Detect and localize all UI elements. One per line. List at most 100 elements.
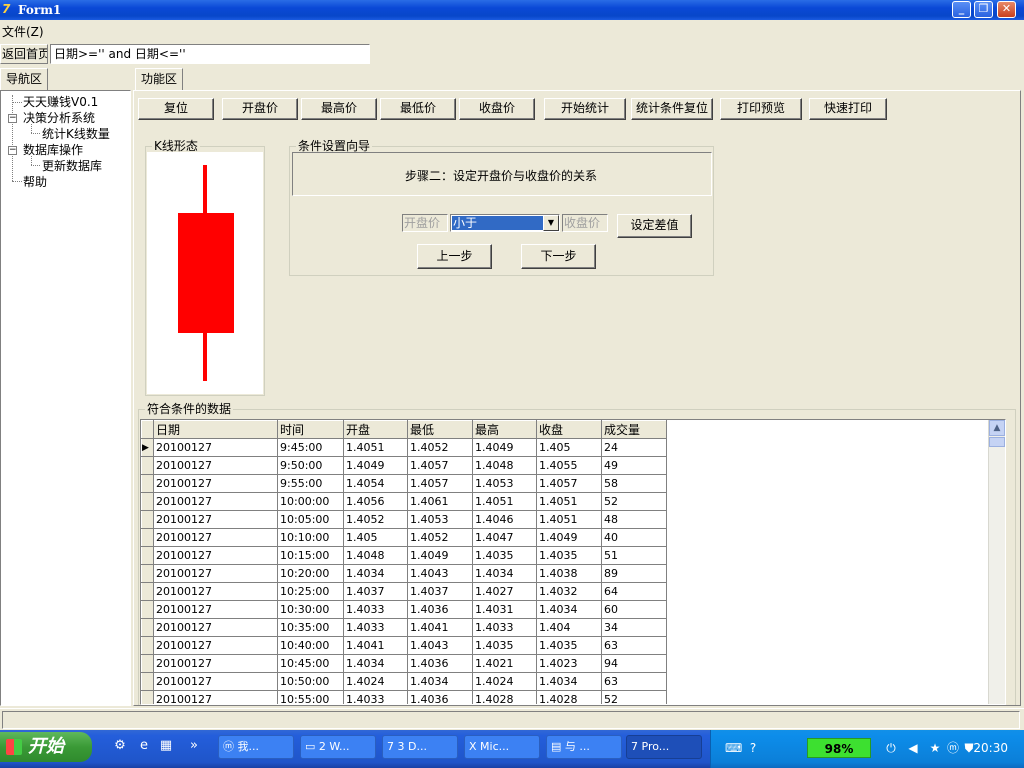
row-indicator[interactable] <box>141 690 154 704</box>
table-cell[interactable]: 1.4057 <box>536 474 602 493</box>
table-cell[interactable]: 1.4048 <box>472 456 537 475</box>
table-cell[interactable]: 1.4034 <box>536 672 602 691</box>
close-price-button[interactable]: 收盘价 <box>459 98 535 120</box>
table-cell[interactable]: 1.4049 <box>536 528 602 547</box>
table-row[interactable]: ▶ 20100127 9:45:00 1.4051 1.4052 1.4049 1.405 2… <box>141 438 667 457</box>
table-cell[interactable]: 1.4028 <box>472 690 537 704</box>
column-header[interactable]: 日期 <box>153 420 278 439</box>
row-indicator[interactable] <box>141 564 154 583</box>
table-row[interactable]: 20100127 9:55:00 1.4054 1.4057 1.4053 1.4057 5… <box>141 474 667 493</box>
table-cell[interactable]: 1.4033 <box>472 618 537 637</box>
table-cell[interactable]: 1.4041 <box>343 636 408 655</box>
chevron-down-icon[interactable]: ▼ <box>543 215 559 231</box>
table-row[interactable]: 20100127 10:30:00 1.4033 1.4036 1.4031 1.4034… <box>141 600 667 619</box>
row-indicator[interactable] <box>141 456 154 475</box>
scroll-thumb[interactable] <box>989 437 1005 447</box>
column-header[interactable]: 开盘 <box>343 420 408 439</box>
table-cell[interactable]: 1.4021 <box>472 654 537 673</box>
table-cell[interactable]: 9:50:00 <box>277 456 344 475</box>
table-cell[interactable]: 1.4037 <box>407 582 473 601</box>
table-cell[interactable]: 1.4033 <box>343 600 408 619</box>
table-cell[interactable]: 63 <box>601 672 667 691</box>
reset-button[interactable]: 复位 <box>138 98 214 120</box>
table-cell[interactable]: 1.4049 <box>343 456 408 475</box>
table-cell[interactable]: 10:55:00 <box>277 690 344 704</box>
prev-step-button[interactable]: 上一步 <box>417 244 492 269</box>
table-cell[interactable]: 1.4034 <box>343 654 408 673</box>
table-row[interactable]: 20100127 10:55:00 1.4033 1.4036 1.4028 1.4028… <box>141 690 667 704</box>
settings-icon[interactable]: ⚙ <box>112 738 128 754</box>
tree-item-update-db[interactable]: 更新数据库 <box>42 159 102 173</box>
minimize-button[interactable]: _ <box>952 1 971 18</box>
table-row[interactable]: 20100127 10:20:00 1.4034 1.4043 1.4034 1.4038… <box>141 564 667 583</box>
table-cell[interactable]: 20100127 <box>153 690 278 704</box>
next-step-button[interactable]: 下一步 <box>521 244 596 269</box>
tree-item-decision[interactable]: 决策分析系统 <box>23 111 95 125</box>
table-cell[interactable]: 1.4033 <box>343 618 408 637</box>
tab-func[interactable]: 功能区 <box>135 68 184 90</box>
table-cell[interactable]: 1.4061 <box>407 492 473 511</box>
table-cell[interactable]: 63 <box>601 636 667 655</box>
back-home-button[interactable]: 返回首页 <box>0 44 48 64</box>
table-cell[interactable]: 1.4047 <box>472 528 537 547</box>
low-price-button[interactable]: 最低价 <box>380 98 456 120</box>
row-indicator[interactable] <box>141 546 154 565</box>
help-icon[interactable]: ? <box>745 740 761 756</box>
battery-indicator[interactable]: 98% <box>807 738 871 758</box>
table-cell[interactable]: 60 <box>601 600 667 619</box>
row-indicator[interactable] <box>141 654 154 673</box>
expand-icon[interactable]: − <box>8 146 17 155</box>
table-row[interactable]: 20100127 10:00:00 1.4056 1.4061 1.4051 1.4051… <box>141 492 667 511</box>
table-cell[interactable]: 1.4053 <box>407 510 473 529</box>
table-cell[interactable]: 10:00:00 <box>277 492 344 511</box>
table-cell[interactable]: 1.4028 <box>536 690 602 704</box>
taskbar-item[interactable]: 7 3 D... <box>382 735 458 759</box>
table-row[interactable]: 20100127 10:35:00 1.4033 1.4041 1.4033 1.404 3… <box>141 618 667 637</box>
table-cell[interactable]: 1.4034 <box>407 672 473 691</box>
table-cell[interactable]: 1.4056 <box>343 492 408 511</box>
table-cell[interactable]: 1.4024 <box>343 672 408 691</box>
table-cell[interactable]: 1.4035 <box>472 636 537 655</box>
start-button[interactable]: 开始 <box>0 732 92 762</box>
table-cell[interactable]: 10:40:00 <box>277 636 344 655</box>
taskbar-item[interactable]: X Mic... <box>464 735 540 759</box>
table-cell[interactable]: 1.4051 <box>536 492 602 511</box>
table-cell[interactable]: 20100127 <box>153 528 278 547</box>
print-preview-button[interactable]: 打印预览 <box>720 98 802 120</box>
taskbar-item[interactable]: ▭ 2 W... <box>300 735 376 759</box>
keyboard-icon[interactable]: ⌨ <box>725 740 742 756</box>
table-row[interactable]: 20100127 10:15:00 1.4048 1.4049 1.4035 1.4035… <box>141 546 667 565</box>
table-cell[interactable]: 10:30:00 <box>277 600 344 619</box>
quick-print-button[interactable]: 快速打印 <box>809 98 887 120</box>
table-cell[interactable]: 10:15:00 <box>277 546 344 565</box>
table-cell[interactable]: 51 <box>601 546 667 565</box>
table-cell[interactable]: 1.4057 <box>407 456 473 475</box>
table-cell[interactable]: 1.4051 <box>536 510 602 529</box>
table-cell[interactable]: 1.404 <box>536 618 602 637</box>
table-row[interactable]: 20100127 10:10:00 1.405 1.4052 1.4047 1.4049 4… <box>141 528 667 547</box>
table-cell[interactable]: 1.4035 <box>472 546 537 565</box>
table-cell[interactable]: 1.4052 <box>407 438 473 457</box>
title-bar[interactable]: 7 Form1 _ ❐ ✕ <box>0 0 1024 20</box>
table-cell[interactable]: 20100127 <box>153 618 278 637</box>
tree-item-root[interactable]: 天天赚钱V0.1 <box>23 95 98 109</box>
table-cell[interactable]: 89 <box>601 564 667 583</box>
table-row[interactable]: 20100127 10:45:00 1.4034 1.4036 1.4021 1.4023… <box>141 654 667 673</box>
restore-button[interactable]: ❐ <box>974 1 993 18</box>
row-indicator[interactable] <box>141 582 154 601</box>
row-indicator[interactable] <box>141 492 154 511</box>
column-header[interactable]: 最低 <box>407 420 473 439</box>
current-row-arrow-icon[interactable]: ▶ <box>141 438 154 457</box>
open-price-button[interactable]: 开盘价 <box>222 98 298 120</box>
reset-stats-condition-button[interactable]: 统计条件复位 <box>631 98 713 120</box>
taskbar-item-active[interactable]: 7 Pro... <box>626 735 702 759</box>
table-cell[interactable]: 20100127 <box>153 492 278 511</box>
table-cell[interactable]: 10:20:00 <box>277 564 344 583</box>
table-cell[interactable]: 1.4049 <box>472 438 537 457</box>
column-header[interactable]: 最高 <box>472 420 537 439</box>
start-stats-button[interactable]: 开始统计 <box>544 98 626 120</box>
row-indicator[interactable] <box>141 636 154 655</box>
messenger-icon[interactable]: ⓜ <box>945 740 961 756</box>
table-cell[interactable]: 20100127 <box>153 600 278 619</box>
table-cell[interactable]: 20100127 <box>153 510 278 529</box>
